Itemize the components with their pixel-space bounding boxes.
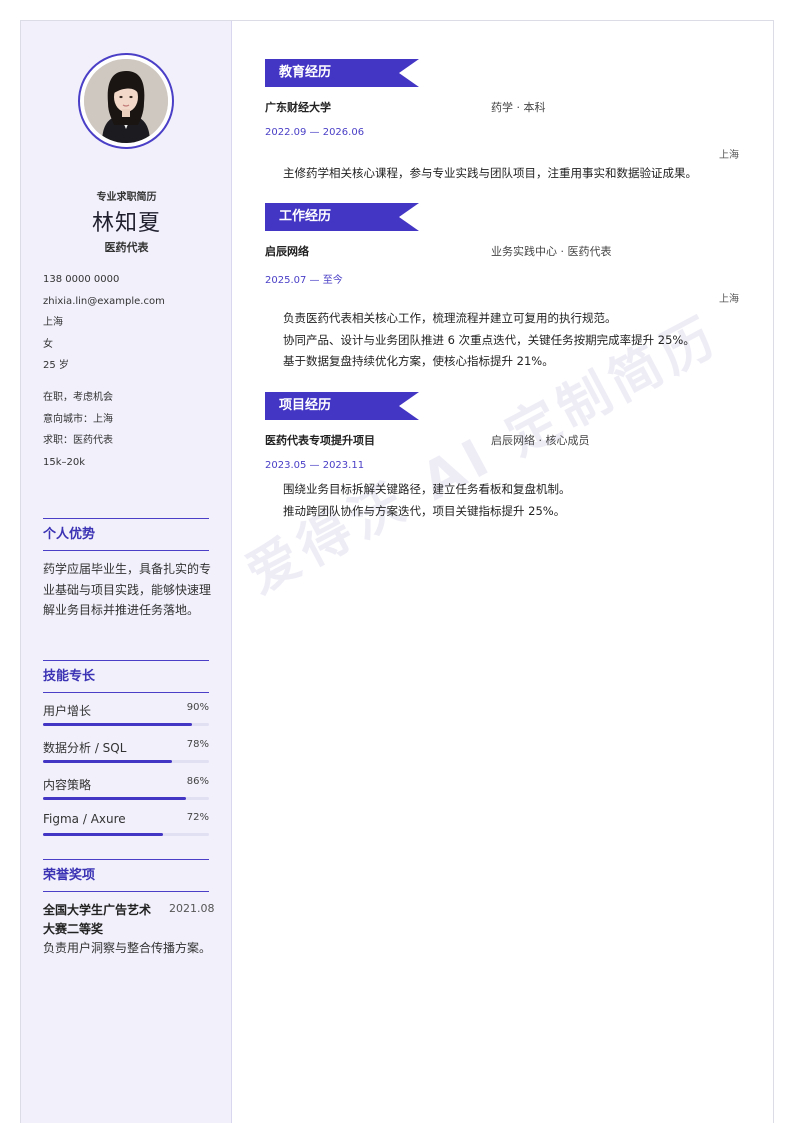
- education-degree: 药学 · 本科: [491, 101, 546, 114]
- skill-bar-fill: [43, 833, 163, 836]
- project-description: 围绕业务目标拆解关键路径，建立任务看板和复盘机制。 推动跨团队协作与方案迭代，项…: [283, 479, 571, 522]
- target-position: 求职：医药代表: [43, 435, 113, 446]
- education-date: 2022.09 — 2026.06: [265, 127, 365, 138]
- advantage-text: 药学应届毕业生，具备扎实的专业基础与项目实践，能够快速理解业务目标并推进任务落地…: [43, 562, 212, 617]
- target-city: 意向城市：上海: [43, 413, 113, 425]
- work-company: 启辰网络: [265, 245, 309, 258]
- skill-item: 数据分析 / SQL 78%: [43, 739, 209, 769]
- skill-percent: 78%: [186, 739, 209, 750]
- description-line: 基于数据复盘持续优化方案，使核心指标提升 21%。: [283, 354, 554, 368]
- award-name: 全国大学生广告艺术大赛二等奖: [43, 903, 152, 936]
- project-section: 项目经历 医药代表专项提升项目 启辰网络 · 核心成员 2023.05 — 20…: [265, 392, 739, 532]
- avatar-ring: [78, 53, 174, 149]
- skill-label: 内容策略: [43, 778, 92, 792]
- phone-text: 138 0000 0000: [43, 274, 120, 285]
- work-location: 上海: [719, 294, 739, 305]
- resume-tagline: 专业求职简历: [96, 192, 157, 203]
- skill-bar-track: [43, 833, 209, 836]
- candidate-role: 医药代表: [104, 241, 149, 254]
- award-description: 负责用户洞察与整合传播方案。: [43, 941, 212, 955]
- expected-salary: 15k–20k: [43, 456, 86, 468]
- project-name: 医药代表专项提升项目: [265, 434, 375, 447]
- description-line: 负责医药代表相关核心工作，梳理流程并建立可复用的执行规范。: [283, 311, 617, 325]
- age-text: 25 岁: [43, 360, 69, 371]
- city-text: 上海: [43, 317, 63, 328]
- gender-text: 女: [43, 338, 53, 350]
- work-description: 负责医药代表相关核心工作，梳理流程并建立可复用的执行规范。 协同产品、设计与业务…: [283, 308, 695, 373]
- skill-item: 内容策略 86%: [43, 776, 209, 806]
- avatar-photo: [84, 59, 168, 143]
- sidebar: 专业求职简历 林知夏 医药代表 138 0000 0000 zhixia.lin…: [21, 21, 232, 1123]
- skill-percent: 86%: [186, 776, 209, 787]
- education-school: 广东财经大学: [265, 101, 331, 114]
- award-date: 2021.08: [169, 902, 215, 915]
- contact-list: 138 0000 0000 zhixia.lin@example.com 上海 …: [43, 273, 165, 381]
- project-role: 启辰网络 · 核心成员: [491, 434, 590, 447]
- work-title: 工作经历: [279, 209, 332, 224]
- skill-bar-track: [43, 723, 209, 726]
- skill-percent: 72%: [186, 812, 209, 823]
- resume-page: 专业求职简历 林知夏 医药代表 138 0000 0000 zhixia.lin…: [20, 20, 774, 1123]
- skills-title: 技能专长: [43, 660, 209, 693]
- work-position: 业务实践中心 · 医药代表: [491, 245, 612, 258]
- description-line: 协同产品、设计与业务团队推进 6 次重点迭代，关键任务按期完成率提升 25%。: [283, 332, 695, 347]
- advantage-title: 个人优势: [43, 518, 209, 551]
- skill-bar-fill: [43, 723, 193, 726]
- skill-item: Figma / Axure 72%: [43, 812, 209, 842]
- skill-bar-track: [43, 760, 209, 763]
- candidate-name: 林知夏: [91, 211, 161, 236]
- avatar: [84, 59, 168, 143]
- skill-item: 用户增长 90%: [43, 702, 209, 732]
- skill-label: 用户增长: [43, 704, 92, 718]
- skill-label: Figma / Axure: [43, 812, 126, 826]
- description-line: 推动跨团队协作与方案迭代，项目关键指标提升 25%。: [283, 503, 566, 518]
- project-date: 2023.05 — 2023.11: [265, 460, 365, 471]
- skill-percent: 90%: [186, 702, 209, 713]
- skill-bar-fill: [43, 760, 173, 763]
- education-location: 上海: [719, 150, 739, 161]
- education-description: 主修药学相关核心课程，参与专业实践与团队项目，注重用事实和数据验证成果。: [283, 163, 697, 185]
- employment-status: 在职，考虑机会: [43, 392, 113, 403]
- description-line: 围绕业务目标拆解关键路径，建立任务看板和复盘机制。: [283, 482, 571, 496]
- education-title: 教育经历: [279, 65, 332, 80]
- skill-bar-fill: [43, 797, 186, 800]
- project-title: 项目经历: [279, 398, 332, 413]
- skill-bar-track: [43, 797, 209, 800]
- skill-label: 数据分析 / SQL: [43, 741, 127, 755]
- work-date: 2025.07 — 至今: [265, 275, 343, 286]
- education-section: 教育经历 广东财经大学 药学 · 本科 2022.09 — 2026.06 上海…: [265, 59, 739, 189]
- email-text: zhixia.lin@example.com: [43, 295, 165, 307]
- description-line: 主修药学相关核心课程，参与专业实践与团队项目，注重用事实和数据验证成果。: [283, 166, 697, 180]
- job-status-list: 在职，考虑机会 意向城市：上海 求职：医药代表 15k–20k: [43, 391, 113, 477]
- awards-title: 荣誉奖项: [43, 859, 209, 892]
- work-section: 工作经历 启辰网络 业务实践中心 · 医药代表 2025.07 — 至今 上海 …: [265, 203, 739, 383]
